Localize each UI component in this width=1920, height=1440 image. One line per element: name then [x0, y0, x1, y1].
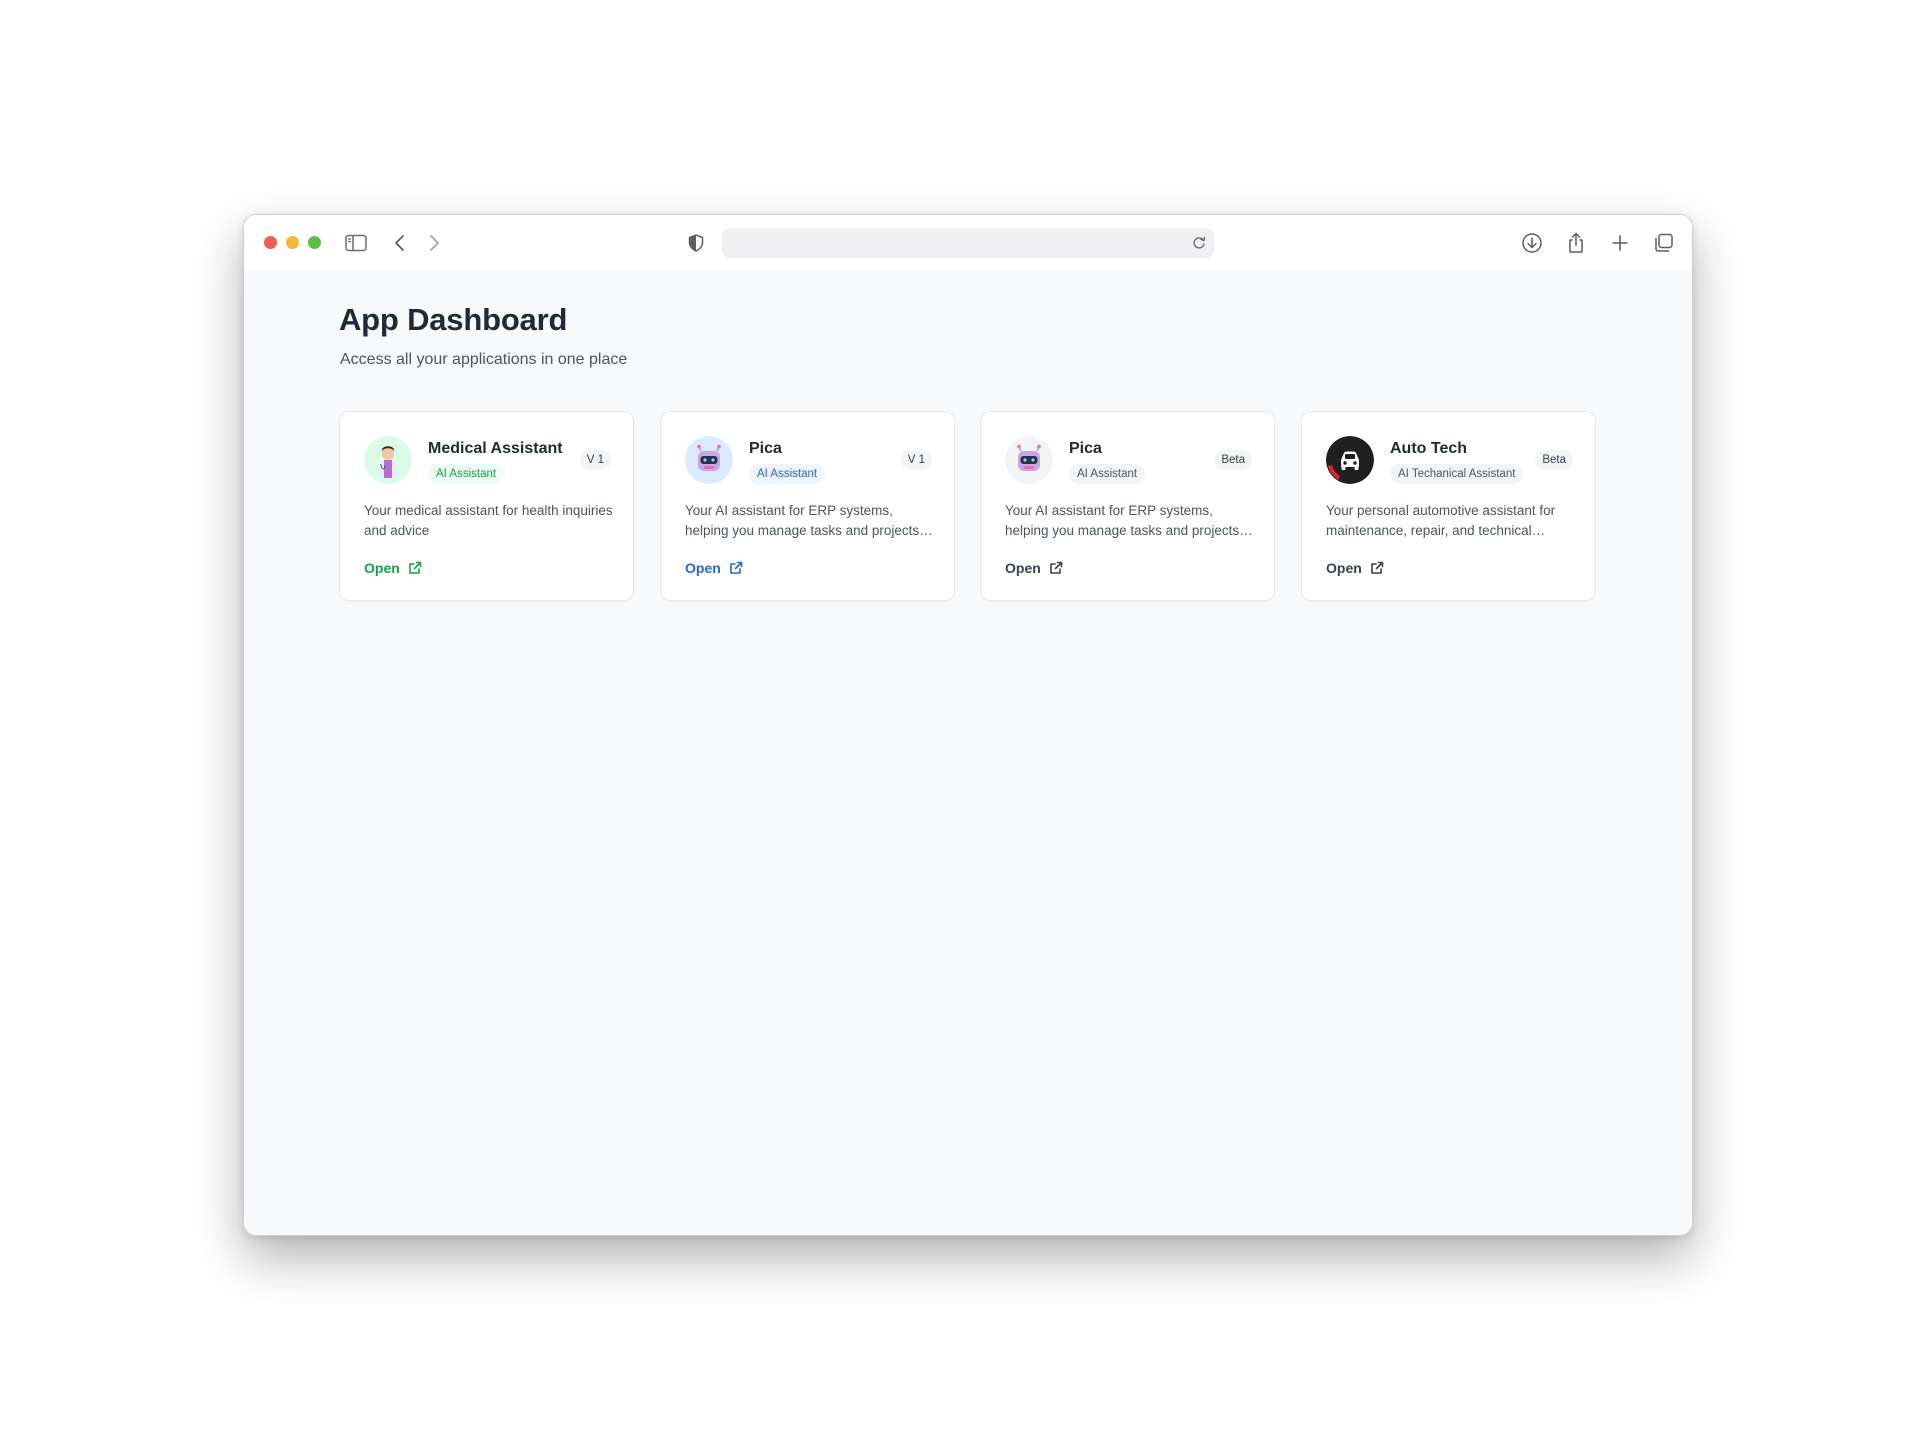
page-title: App Dashboard — [339, 302, 568, 337]
tabs-icon[interactable] — [1652, 231, 1676, 255]
app-tag: AI Techanical Assistant — [1390, 464, 1524, 484]
sidebar-icon[interactable] — [344, 231, 368, 255]
external-link-icon — [1049, 561, 1063, 574]
open-label: Open — [1005, 560, 1041, 576]
browser-window: App Dashboard Access all your applicatio… — [243, 214, 1693, 1236]
app-description: Your AI assistant for ERP systems, helpi… — [1005, 503, 1240, 538]
external-link-icon — [408, 561, 422, 574]
app-name: Pica — [1069, 440, 1102, 457]
app-cards-grid: Medical Assistant AI Assistant V 1 Your … — [339, 411, 1599, 603]
page-subtitle: Access all your applications in one plac… — [340, 351, 628, 368]
version-badge: V 1 — [579, 450, 611, 470]
app-avatar — [685, 436, 733, 484]
app-card-medical-assistant[interactable]: Medical Assistant AI Assistant V 1 Your … — [339, 411, 634, 601]
open-label: Open — [1326, 560, 1362, 576]
new-tab-icon[interactable] — [1608, 231, 1632, 255]
app-description: Your medical assistant for health inquir… — [364, 503, 613, 538]
app-card-auto-tech[interactable]: Auto Tech AI Techanical Assistant Beta Y… — [1301, 411, 1596, 601]
app-name: Pica — [749, 440, 782, 457]
browser-toolbar — [244, 215, 1692, 270]
car-icon — [1326, 436, 1374, 484]
version-badge: V 1 — [900, 450, 932, 470]
download-icon[interactable] — [1520, 231, 1544, 255]
share-icon[interactable] — [1564, 231, 1588, 255]
shield-icon[interactable] — [684, 231, 708, 255]
open-app-link[interactable]: Open — [1326, 560, 1384, 576]
reload-icon[interactable] — [1190, 234, 1208, 252]
back-icon[interactable] — [388, 231, 412, 255]
app-description: Your personal automotive assistant for m… — [1326, 503, 1556, 538]
robot-icon — [685, 436, 733, 484]
app-card-pica-beta[interactable]: Pica AI Assistant Beta Your AI assistant… — [980, 411, 1275, 601]
minimize-window-button[interactable] — [286, 236, 299, 249]
address-bar[interactable] — [722, 228, 1214, 258]
open-label: Open — [685, 560, 721, 576]
page-content: App Dashboard Access all your applicatio… — [244, 270, 1692, 1235]
app-name: Medical Assistant — [428, 440, 563, 457]
external-link-icon — [729, 561, 743, 574]
open-app-link[interactable]: Open — [1005, 560, 1063, 576]
external-link-icon — [1370, 561, 1384, 574]
robot-icon — [1005, 436, 1053, 484]
app-tag: AI Assistant — [428, 464, 505, 484]
app-avatar — [364, 436, 412, 484]
version-badge: Beta — [1214, 450, 1252, 470]
open-app-link[interactable]: Open — [685, 560, 743, 576]
app-tag: AI Assistant — [749, 464, 826, 484]
app-avatar — [1005, 436, 1053, 484]
close-window-button[interactable] — [264, 236, 277, 249]
version-badge: Beta — [1535, 450, 1573, 470]
app-name: Auto Tech — [1390, 440, 1468, 457]
app-card-pica-v1[interactable]: Pica AI Assistant V 1 Your AI assistant … — [660, 411, 955, 601]
app-description: Your AI assistant for ERP systems, helpi… — [685, 503, 920, 538]
forward-icon[interactable] — [422, 231, 446, 255]
open-app-link[interactable]: Open — [364, 560, 422, 576]
doctor-icon — [364, 436, 412, 484]
app-tag: AI Assistant — [1069, 464, 1146, 484]
open-label: Open — [364, 560, 400, 576]
zoom-window-button[interactable] — [308, 236, 321, 249]
app-avatar — [1326, 436, 1374, 484]
